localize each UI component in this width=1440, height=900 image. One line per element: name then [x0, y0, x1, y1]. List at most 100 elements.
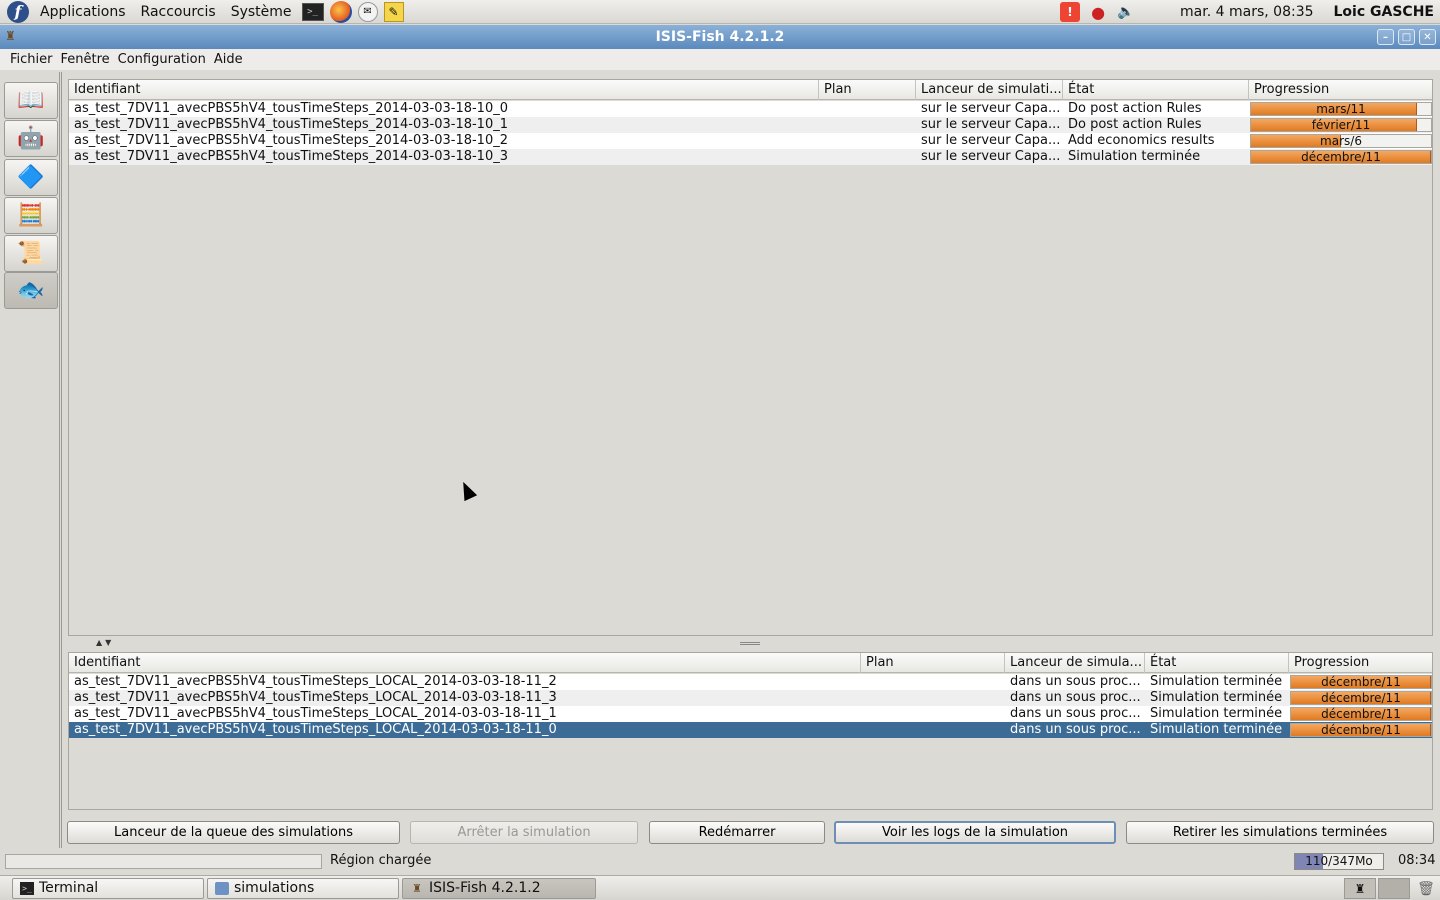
remote-simulations-table[interactable]: Identifiant Plan Lanceur de simulati... …	[68, 79, 1433, 636]
left-toolbar: 📖 🤖 🔷 🧮 📜 🐟	[0, 72, 62, 848]
col-progression[interactable]: Progression	[1249, 80, 1434, 100]
menu-configuration[interactable]: Configuration	[118, 52, 206, 67]
restart-button[interactable]: Redémarrer	[649, 821, 825, 844]
menu-systeme[interactable]: Système	[227, 4, 296, 20]
window-titlebar[interactable]: ♜ ISIS-Fish 4.2.1.2 – □ ✕	[0, 25, 1440, 49]
progress-bar: février/11	[1250, 118, 1432, 132]
terminal-launcher-icon[interactable]: >_	[301, 2, 324, 21]
table-row[interactable]: as_test_7DV11_avecPBS5hV4_tousTimeSteps_…	[69, 117, 1432, 133]
table-row[interactable]: as_test_7DV11_avecPBS5hV4_tousTimeSteps_…	[69, 722, 1432, 738]
collapse-arrows-icon[interactable]: ▲▼	[96, 638, 114, 647]
view-logs-button[interactable]: Voir les logs de la simulation	[834, 821, 1116, 844]
col-etat[interactable]: État	[1145, 653, 1289, 673]
split-pane-divider[interactable]: ▲▼	[66, 638, 1436, 650]
col-progression[interactable]: Progression	[1289, 653, 1434, 673]
workspace-1-icon[interactable]: ♜	[1344, 878, 1376, 899]
cell-lanceur: dans un sous proc...	[1010, 706, 1141, 721]
table-row[interactable]: as_test_7DV11_avecPBS5hV4_tousTimeSteps_…	[69, 674, 1432, 690]
window-title: ISIS-Fish 4.2.1.2	[655, 29, 785, 45]
cell-etat: Simulation terminée	[1150, 690, 1283, 705]
col-lanceur[interactable]: Lanceur de simulati...	[916, 80, 1063, 100]
cell-lanceur: sur le serveur Capa...	[921, 149, 1061, 164]
cell-identifiant: as_test_7DV11_avecPBS5hV4_tousTimeSteps_…	[74, 101, 508, 116]
table-row[interactable]: as_test_7DV11_avecPBS5hV4_tousTimeSteps_…	[69, 149, 1432, 165]
maximize-icon[interactable]: □	[1398, 29, 1415, 45]
robot-icon[interactable]: 🤖	[4, 120, 58, 157]
app-window-icon[interactable]: ♜	[5, 29, 21, 45]
col-lanceur[interactable]: Lanceur de simula...	[1005, 653, 1145, 673]
col-plan[interactable]: Plan	[819, 80, 916, 100]
menu-fichier[interactable]: Fichier	[10, 52, 53, 67]
menu-aide[interactable]: Aide	[214, 52, 243, 67]
cell-lanceur: dans un sous proc...	[1010, 674, 1141, 689]
book-icon[interactable]: 📖	[4, 82, 58, 119]
table-row[interactable]: as_test_7DV11_avecPBS5hV4_tousTimeSteps_…	[69, 690, 1432, 706]
progress-bar: mars/11	[1250, 102, 1432, 116]
remove-finished-button[interactable]: Retirer les simulations terminées	[1126, 821, 1434, 844]
cell-identifiant: as_test_7DV11_avecPBS5hV4_tousTimeSteps_…	[74, 674, 557, 689]
cell-plan	[861, 690, 1005, 706]
progress-bar: décembre/11	[1290, 691, 1432, 705]
clock[interactable]: mar. 4 mars, 08:35	[1180, 4, 1313, 20]
drag-grip-icon[interactable]	[740, 642, 760, 645]
progress-label: mars/11	[1316, 102, 1366, 116]
col-identifiant[interactable]: Identifiant	[69, 653, 861, 673]
task-isis-fish[interactable]: ♜ ISIS-Fish 4.2.1.2	[402, 878, 596, 899]
cell-identifiant: as_test_7DV11_avecPBS5hV4_tousTimeSteps_…	[74, 722, 557, 737]
mail-launcher-icon[interactable]: ✉	[357, 1, 378, 22]
col-identifiant[interactable]: Identifiant	[69, 80, 819, 100]
notification-pin-icon[interactable]: ●	[1088, 2, 1108, 22]
cell-identifiant: as_test_7DV11_avecPBS5hV4_tousTimeSteps_…	[74, 706, 557, 721]
table-header: Identifiant Plan Lanceur de simula... Ét…	[69, 653, 1432, 673]
cell-etat: Simulation terminée	[1150, 706, 1283, 721]
notes-launcher-icon[interactable]: ✎	[383, 1, 404, 22]
trash-icon[interactable]: 🗑	[1416, 878, 1436, 899]
progress-bar: décembre/11	[1250, 150, 1432, 164]
workspace-2-icon[interactable]	[1378, 878, 1410, 899]
progress-label: décembre/11	[1321, 675, 1401, 689]
menu-applications[interactable]: Applications	[36, 4, 130, 20]
status-progress-bar	[5, 854, 322, 869]
spinning-top-icon[interactable]: 🔷	[4, 159, 58, 196]
cell-etat: Simulation terminée	[1150, 722, 1283, 737]
cell-etat: Do post action Rules	[1068, 101, 1202, 116]
status-time: 08:34	[1398, 853, 1436, 868]
stop-simulation-button[interactable]: Arrêter la simulation	[410, 821, 638, 844]
fedora-logo-icon[interactable]: f	[7, 0, 29, 23]
close-icon[interactable]: ✕	[1419, 29, 1436, 45]
cell-identifiant: as_test_7DV11_avecPBS5hV4_tousTimeSteps_…	[74, 117, 508, 132]
menu-fenetre[interactable]: Fenêtre	[61, 52, 110, 67]
cell-etat: Do post action Rules	[1068, 117, 1202, 132]
cell-identifiant: as_test_7DV11_avecPBS5hV4_tousTimeSteps_…	[74, 149, 508, 164]
fish-icon[interactable]: 🐟	[4, 272, 58, 309]
minimize-icon[interactable]: –	[1377, 29, 1394, 45]
progress-bar: décembre/11	[1290, 707, 1432, 721]
memory-indicator[interactable]: 110/347Mo	[1294, 853, 1384, 870]
user-name[interactable]: Loic GASCHE	[1334, 4, 1434, 20]
volume-icon[interactable]: 🔈	[1116, 2, 1136, 22]
table-row[interactable]: as_test_7DV11_avecPBS5hV4_tousTimeSteps_…	[69, 706, 1432, 722]
table-row[interactable]: as_test_7DV11_avecPBS5hV4_tousTimeSteps_…	[69, 101, 1432, 117]
progress-label: février/11	[1311, 118, 1371, 132]
local-simulations-table[interactable]: Identifiant Plan Lanceur de simula... Ét…	[68, 652, 1433, 810]
firefox-launcher-icon[interactable]	[329, 0, 352, 23]
task-terminal[interactable]: >_ Terminal	[12, 878, 204, 899]
bottom-taskbar: >_ Terminal simulations ♜ ISIS-Fish 4.2.…	[0, 875, 1440, 900]
cell-plan	[861, 706, 1005, 722]
cell-etat: Simulation terminée	[1150, 674, 1283, 689]
update-alert-icon[interactable]: !	[1060, 2, 1081, 22]
col-plan[interactable]: Plan	[861, 653, 1005, 673]
document-icon[interactable]: 📜	[4, 235, 58, 272]
cell-lanceur: dans un sous proc...	[1010, 722, 1141, 737]
cell-identifiant: as_test_7DV11_avecPBS5hV4_tousTimeSteps_…	[74, 133, 508, 148]
menu-raccourcis[interactable]: Raccourcis	[137, 4, 220, 20]
table-row[interactable]: as_test_7DV11_avecPBS5hV4_tousTimeSteps_…	[69, 133, 1432, 149]
memory-label: 110/347Mo	[1305, 854, 1373, 868]
terminal-icon: >_	[20, 882, 34, 895]
queue-launcher-button[interactable]: Lanceur de la queue des simulations	[67, 821, 400, 844]
col-etat[interactable]: État	[1063, 80, 1249, 100]
status-text: Région chargée	[330, 853, 432, 868]
calculator-icon[interactable]: 🧮	[4, 197, 58, 234]
task-simulations[interactable]: simulations	[207, 878, 399, 899]
task-label: simulations	[234, 880, 315, 896]
